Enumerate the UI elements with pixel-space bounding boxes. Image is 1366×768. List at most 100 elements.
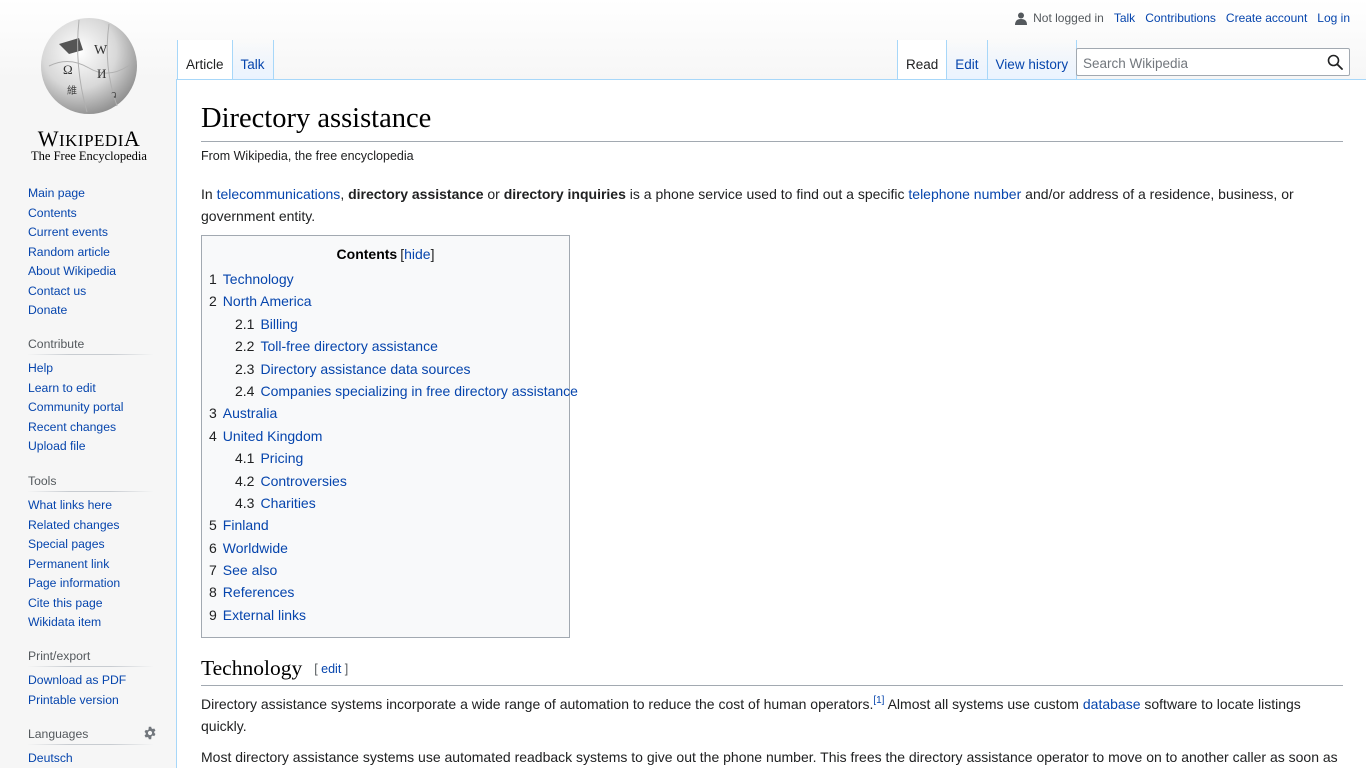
sidebar-item-related-changes[interactable]: Related changes <box>28 518 119 532</box>
toc-link[interactable]: Technology <box>223 271 294 287</box>
toc-item[interactable]: 6 Worldwide <box>209 537 562 559</box>
wikipedia-logo[interactable]: W Ω И 維 ว WIKIPEDIA The Free Encyclopedi… <box>20 10 158 163</box>
toc-link[interactable]: Companies specializing in free directory… <box>260 383 577 399</box>
toc-item[interactable]: 2.2 Toll-free directory assistance <box>209 335 562 357</box>
toc-number: 4.2 <box>235 472 255 489</box>
database-link[interactable]: database <box>1083 696 1141 712</box>
toc-link[interactable]: North America <box>223 293 312 309</box>
technology-paragraph-1: Directory assistance systems incorporate… <box>201 695 1301 735</box>
tab-view-history[interactable]: View history <box>987 40 1078 80</box>
section-heading-technology: Technology[ edit ] <box>201 655 1343 686</box>
telephone-number-link[interactable]: telephone number <box>908 186 1021 202</box>
sidebar-item-cite-this-page[interactable]: Cite this page <box>28 596 103 610</box>
sidebar-item-deutsch[interactable]: Deutsch <box>28 751 73 765</box>
toc-number: 2.1 <box>235 315 255 332</box>
toc-link[interactable]: Finland <box>223 517 269 533</box>
content-area: Directory assistance From Wikipedia, the… <box>176 79 1366 768</box>
toc-link[interactable]: Toll-free directory assistance <box>260 338 437 354</box>
sidebar-languages: Languages Deutsch <box>28 725 156 768</box>
contributions-link[interactable]: Contributions <box>1145 11 1216 25</box>
toc-link[interactable]: Pricing <box>260 450 303 466</box>
languages-heading-label: Languages <box>28 727 89 741</box>
sidebar-item-about-wikipedia[interactable]: About Wikipedia <box>28 264 116 278</box>
toc-number: 3 <box>209 405 217 422</box>
reference-1-link[interactable]: [1] <box>873 695 884 706</box>
toc-link[interactable]: See also <box>223 562 277 578</box>
sidebar-item-permanent-link[interactable]: Permanent link <box>28 557 109 571</box>
sidebar-navigation: Main page Contents Current events Random… <box>28 184 153 321</box>
tab-edit-label[interactable]: Edit <box>955 57 978 72</box>
toc-item[interactable]: 3 Australia <box>209 402 562 424</box>
toc-item[interactable]: 4.3 Charities <box>209 492 562 514</box>
toc-number: 2.2 <box>235 338 255 355</box>
sidebar-item-wikidata-item[interactable]: Wikidata item <box>28 615 101 629</box>
sidebar-item-community-portal[interactable]: Community portal <box>28 400 124 414</box>
tab-talk[interactable]: Talk <box>232 40 274 80</box>
sidebar-item-upload-file[interactable]: Upload file <box>28 439 86 453</box>
toc-item[interactable]: 7 See also <box>209 559 562 581</box>
sidebar-item-contact-us[interactable]: Contact us <box>28 284 86 298</box>
toc-link[interactable]: Australia <box>223 405 277 421</box>
toc-link[interactable]: Billing <box>260 316 297 332</box>
toc-item[interactable]: 4.2 Controversies <box>209 470 562 492</box>
toc-item[interactable]: 1 Technology <box>209 268 562 290</box>
sidebar-item-learn-to-edit[interactable]: Learn to edit <box>28 381 96 395</box>
create-account-link[interactable]: Create account <box>1226 11 1307 25</box>
sidebar-tools: Tools What links here Related changes Sp… <box>28 472 153 633</box>
sidebar-item-help[interactable]: Help <box>28 361 53 375</box>
toc-link[interactable]: Directory assistance data sources <box>260 361 470 377</box>
toc-item[interactable]: 4 United Kingdom <box>209 425 562 447</box>
toc-item[interactable]: 9 External links <box>209 604 562 626</box>
toc-item[interactable]: 4.1 Pricing <box>209 447 562 469</box>
toc-link[interactable]: Worldwide <box>223 540 288 556</box>
view-tabs: Read Edit View history <box>897 40 1078 80</box>
sidebar-item-contents[interactable]: Contents <box>28 206 77 220</box>
toc-number: 5 <box>209 517 217 534</box>
log-in-link[interactable]: Log in <box>1317 11 1350 25</box>
toc-number: 2.4 <box>235 382 255 399</box>
toc-link[interactable]: Controversies <box>260 473 346 489</box>
technology-paragraph-2: Most directory assistance systems use au… <box>201 749 1338 765</box>
not-logged-in-status: Not logged in <box>1033 11 1104 25</box>
sidebar-item-recent-changes[interactable]: Recent changes <box>28 420 116 434</box>
sidebar-item-main-page[interactable]: Main page <box>28 186 85 200</box>
tab-talk-label[interactable]: Talk <box>241 57 265 72</box>
toc-hide-toggle[interactable]: hide <box>404 246 430 262</box>
toc-item[interactable]: 8 References <box>209 581 562 603</box>
gear-icon[interactable] <box>143 726 157 740</box>
tab-read-label: Read <box>906 57 939 72</box>
sidebar-item-page-information[interactable]: Page information <box>28 576 120 590</box>
search-icon[interactable] <box>1327 54 1343 70</box>
toc-link[interactable]: External links <box>223 607 306 623</box>
tab-edit[interactable]: Edit <box>947 40 988 80</box>
svg-text:維: 維 <box>67 84 77 97</box>
sidebar-item-download-as-pdf[interactable]: Download as PDF <box>28 673 126 687</box>
svg-text:ว: ว <box>111 90 117 101</box>
tools-heading: Tools <box>28 472 153 492</box>
toc-number: 8 <box>209 584 217 601</box>
toc-link[interactable]: References <box>223 584 295 600</box>
sidebar-item-donate[interactable]: Donate <box>28 303 67 317</box>
toc-item[interactable]: 2.1 Billing <box>209 313 562 335</box>
svg-text:И: И <box>97 66 106 81</box>
toc-item[interactable]: 2 North America <box>209 290 562 312</box>
toc-list: 1 Technology 2 North America 2.1 Billing 2.2 To… <box>209 268 578 626</box>
sidebar-item-what-links-here[interactable]: What links here <box>28 498 112 512</box>
toc-item[interactable]: 2.4 Companies specializing in free direct… <box>209 380 578 402</box>
sidebar-item-random-article[interactable]: Random article <box>28 245 110 259</box>
sidebar-item-printable-version[interactable]: Printable version <box>28 693 119 707</box>
search-input[interactable] <box>1083 54 1313 72</box>
sidebar-item-special-pages[interactable]: Special pages <box>28 537 105 551</box>
tab-view-history-label[interactable]: View history <box>996 57 1069 72</box>
tab-article[interactable]: Article <box>177 40 233 80</box>
sidebar-item-current-events[interactable]: Current events <box>28 225 108 239</box>
toc-number: 7 <box>209 562 217 579</box>
tab-read[interactable]: Read <box>897 40 948 80</box>
toc-item[interactable]: 2.3 Directory assistance data sources <box>209 358 562 380</box>
telecommunications-link[interactable]: telecommunications <box>217 186 341 202</box>
edit-section-link[interactable]: edit <box>321 662 341 676</box>
toc-link[interactable]: United Kingdom <box>223 428 323 444</box>
toc-link[interactable]: Charities <box>260 495 315 511</box>
talk-link[interactable]: Talk <box>1114 11 1135 25</box>
toc-item[interactable]: 5 Finland <box>209 514 562 536</box>
